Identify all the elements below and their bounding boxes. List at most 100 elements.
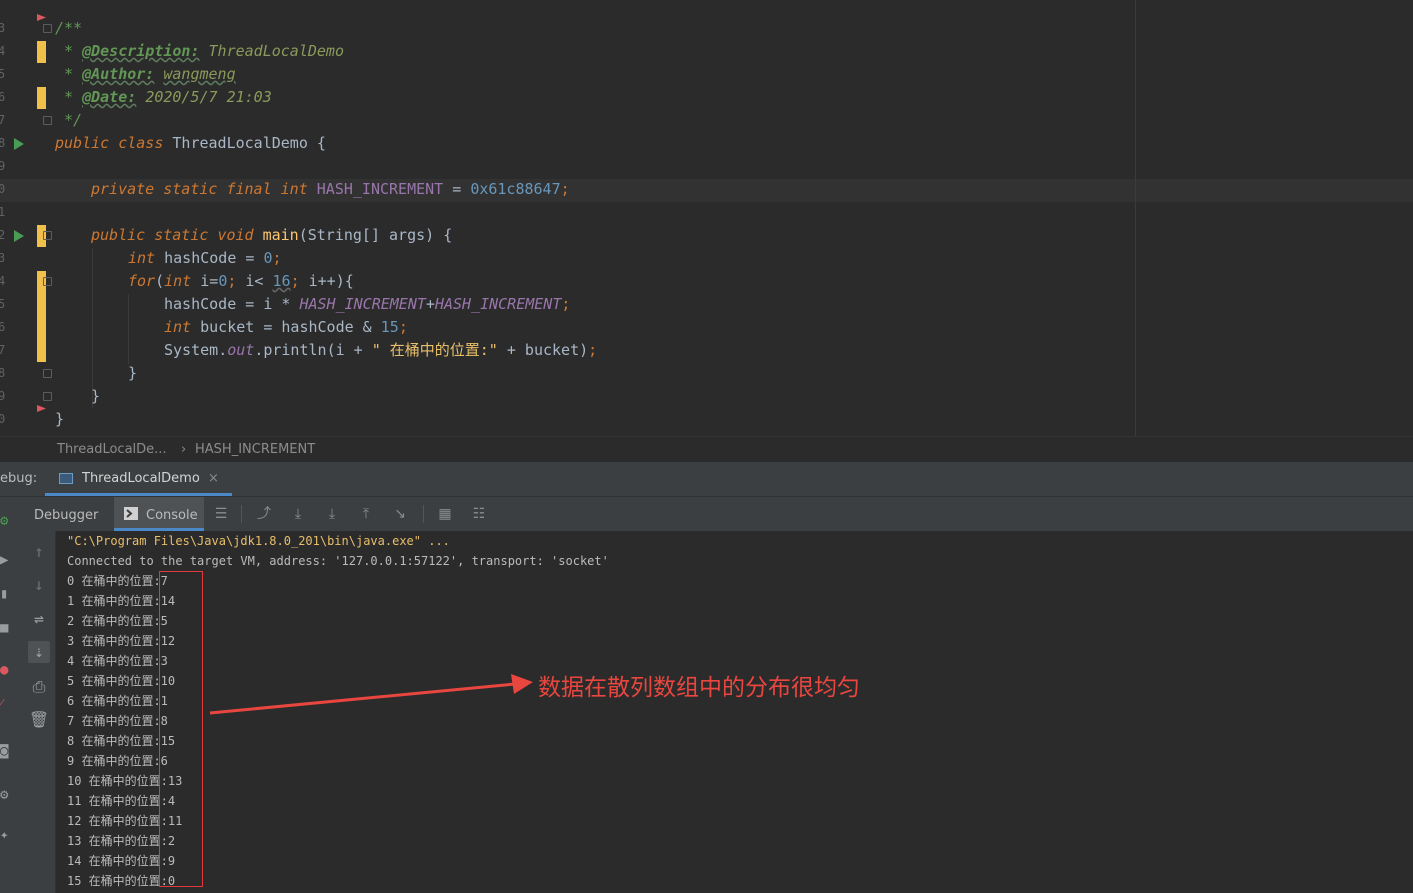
change-marker[interactable]	[37, 87, 46, 109]
line-number: 7	[0, 343, 6, 357]
fold-marker-icon[interactable]	[43, 392, 52, 401]
keyword: public	[91, 226, 146, 244]
line-number: 1	[0, 205, 6, 219]
javadoc-tag: @Description:	[82, 42, 200, 60]
code-line-description: * @Description: ThreadLocalDemo	[55, 40, 344, 63]
comment-text: /**	[55, 19, 83, 37]
keyword: private	[91, 180, 155, 198]
method-name: main	[262, 226, 299, 244]
bookmark-flag-icon[interactable]	[37, 405, 46, 412]
params: (String[] args)	[298, 226, 435, 244]
brace: {	[316, 134, 326, 152]
line-number: 9	[0, 159, 6, 173]
settings-icon[interactable]: ⚙	[0, 787, 10, 803]
evaluate-expression-icon[interactable]: ▦	[436, 506, 454, 522]
step-over-icon[interactable]: ⤓	[289, 506, 307, 522]
line-number: 8	[0, 136, 6, 150]
fold-marker-icon[interactable]	[43, 116, 52, 125]
breadcrumb-item-class[interactable]: ThreadLocalDe...	[57, 442, 167, 457]
scroll-to-end-icon[interactable]: ⇣	[28, 641, 50, 663]
operator: =	[254, 318, 282, 336]
annotation-text: 数据在散列数组中的分布很均匀	[538, 675, 860, 701]
breadcrumb-item-field[interactable]: HASH_INCREMENT	[195, 442, 315, 457]
code-line-hashcode-assign: hashCode = i * HASH_INCREMENT+HASH_INCRE…	[164, 293, 570, 316]
mute-breakpoints-icon[interactable]: ⁄	[0, 696, 10, 712]
brace: }	[128, 364, 138, 382]
code-line-main-decl: public static void main(String[] args) {	[91, 224, 452, 247]
close-icon[interactable]: ×	[208, 471, 219, 486]
javadoc-value: wangmeng	[163, 65, 236, 83]
code-line-close-class: }	[55, 408, 64, 431]
debug-actions-strip: ⚙ ▶ ▮ ■ ● ⁄ ◙ ⚙ ✦	[0, 513, 22, 893]
line-number: 0	[0, 412, 6, 426]
number-literal: 0	[218, 272, 228, 290]
resume-icon[interactable]: ▶	[0, 552, 10, 568]
line-number: 9	[0, 389, 6, 403]
field-name: HASH_INCREMENT	[434, 295, 562, 313]
breadcrumb-separator: ›	[181, 442, 187, 457]
line-number: 5	[0, 67, 6, 81]
keyword: int	[164, 272, 192, 290]
pin-icon[interactable]: ✦	[0, 827, 10, 843]
semicolon: ;	[588, 341, 598, 359]
line-number: 6	[0, 90, 6, 104]
tab-console[interactable]: Console	[114, 497, 204, 531]
code-text: (i +	[326, 341, 372, 359]
tab-label: Console	[146, 508, 198, 523]
up-arrow-icon[interactable]: ↑	[28, 541, 50, 563]
keyword: final	[226, 180, 272, 198]
operator: =	[245, 249, 255, 267]
trace-icon[interactable]: ☷	[470, 506, 488, 522]
comment-space	[55, 111, 64, 129]
show-execution-point-icon[interactable]: ⤴	[255, 506, 273, 522]
fold-marker-icon[interactable]	[43, 277, 52, 286]
run-class-icon[interactable]	[14, 138, 24, 150]
console-connected-line: Connected to the target VM, address: '12…	[67, 554, 609, 568]
code-editor[interactable]: 3 4 5 6 7 8 9 0 1 2 3 4 5 6 7 8 9 0 /** …	[0, 0, 1413, 436]
pause-icon[interactable]: ▮	[0, 586, 10, 602]
keyword: public	[55, 134, 110, 152]
keyword: static	[163, 180, 218, 198]
line-number: 7	[0, 113, 6, 127]
bookmark-flag-icon[interactable]	[37, 14, 46, 21]
camera-icon[interactable]: ◙	[0, 743, 10, 759]
menu-icon[interactable]: ☰	[212, 506, 230, 522]
run-config-icon	[59, 473, 73, 484]
run-to-cursor-icon[interactable]: ↘	[391, 506, 409, 522]
step-out-icon[interactable]: ⤒	[357, 506, 375, 522]
string-literal: " 在桶中的位置:"	[371, 341, 498, 359]
fold-marker-icon[interactable]	[43, 369, 52, 378]
keyword: void	[217, 226, 254, 244]
view-breakpoints-icon[interactable]: ●	[0, 662, 10, 678]
step-into-icon[interactable]: ⤓	[323, 506, 341, 522]
fold-marker-icon[interactable]	[43, 24, 52, 33]
semicolon: ;	[561, 295, 571, 313]
code-line-println: System.out.println(i + " 在桶中的位置:" + buck…	[164, 339, 597, 362]
brace: }	[55, 410, 65, 428]
number-literal: 16	[272, 272, 291, 290]
clear-all-icon[interactable]: 🗑	[28, 709, 50, 731]
breadcrumb: ThreadLocalDe... › HASH_INCREMENT	[0, 436, 1413, 463]
brace: {	[443, 226, 453, 244]
soft-wrap-icon[interactable]: ⇌	[28, 608, 50, 630]
stop-icon[interactable]: ■	[0, 620, 10, 636]
rerun-icon[interactable]: ⚙	[0, 513, 10, 529]
code-line-comment-close: */	[55, 109, 82, 132]
down-arrow-icon[interactable]: ↓	[28, 574, 50, 596]
code-line-close-for: }	[128, 362, 137, 385]
class-name: ThreadLocalDemo	[172, 134, 308, 152]
console-icon	[124, 507, 138, 520]
code-line-date: * @Date: 2020/5/7 21:03	[55, 86, 272, 109]
print-icon[interactable]: ⎙	[28, 676, 50, 698]
indent-guide	[92, 248, 93, 408]
tab-threadlocaldemo[interactable]: ThreadLocalDemo ×	[45, 462, 232, 496]
change-marker[interactable]	[37, 41, 46, 63]
run-main-icon[interactable]	[14, 230, 24, 242]
annotation-arrow-icon	[209, 674, 533, 715]
paren: (	[155, 272, 165, 290]
number-literal: 0x61c88647	[470, 180, 561, 198]
line-number: 0	[0, 182, 6, 196]
tab-debugger[interactable]: Debugger	[22, 497, 114, 531]
fold-marker-icon[interactable]	[43, 231, 52, 240]
console-line: 0 在桶中的位置:7	[67, 574, 168, 588]
